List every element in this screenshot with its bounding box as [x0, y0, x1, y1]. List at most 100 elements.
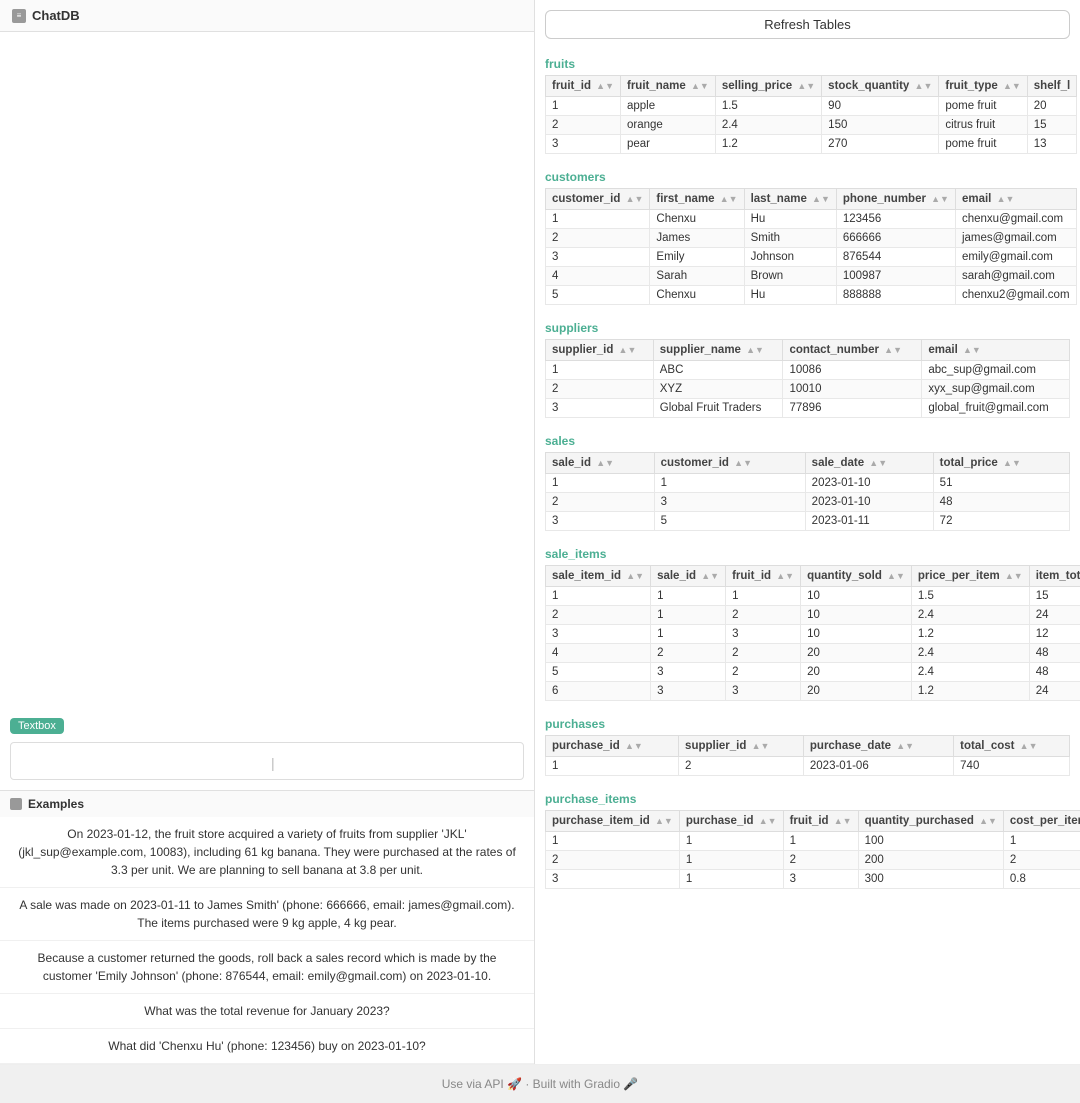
col-phone-number[interactable]: phone_number ▲▼ [836, 189, 955, 210]
col-si-fruit-id[interactable]: fruit_id ▲▼ [726, 566, 801, 587]
example-item-4[interactable]: What was the total revenue for January 2… [0, 994, 534, 1029]
table-cell: 150 [822, 116, 939, 135]
col-email[interactable]: email ▲▼ [955, 189, 1076, 210]
table-cell: sarah@gmail.com [955, 267, 1076, 286]
col-cost-per-item[interactable]: cost_per_item [1003, 811, 1080, 832]
col-stock-quantity[interactable]: stock_quantity ▲▼ [822, 76, 939, 97]
table-cell: 200 [858, 851, 1003, 870]
col-total-cost[interactable]: total_cost ▲▼ [954, 736, 1070, 757]
footer: Use via API 🚀 · Built with Gradio 🎤 [0, 1064, 1080, 1103]
table-row: 1apple1.590pome fruit20 [546, 97, 1077, 116]
col-pi-purchase-id[interactable]: purchase_id ▲▼ [679, 811, 783, 832]
textbox-input[interactable]: | [10, 742, 524, 780]
table-cell: 15 [1029, 587, 1080, 606]
col-purchase-id[interactable]: purchase_id ▲▼ [546, 736, 679, 757]
col-contact-number[interactable]: contact_number ▲▼ [783, 340, 922, 361]
col-fruit-type[interactable]: fruit_type ▲▼ [939, 76, 1027, 97]
examples-section: Examples On 2023-01-12, the fruit store … [0, 790, 534, 1064]
col-supplier-id[interactable]: supplier_id ▲▼ [546, 340, 654, 361]
table-cell: 2.4 [911, 606, 1029, 625]
table-cell: 48 [1029, 644, 1080, 663]
table-cell: 2 [546, 606, 651, 625]
table-cell: 888888 [836, 286, 955, 305]
col-purchase-date[interactable]: purchase_date ▲▼ [803, 736, 953, 757]
col-sale-customer-id[interactable]: customer_id ▲▼ [654, 453, 805, 474]
col-fruit-id[interactable]: fruit_id ▲▼ [546, 76, 621, 97]
sales-table-section: sales sale_id ▲▼ customer_id ▲▼ sale_dat… [545, 432, 1070, 533]
table-row: 3pear1.2270pome fruit13 [546, 135, 1077, 154]
table-row: 1111001 [546, 832, 1080, 851]
table-cell: 666666 [836, 229, 955, 248]
table-cell: 1 [679, 851, 783, 870]
col-price-per-item[interactable]: price_per_item ▲▼ [911, 566, 1029, 587]
table-cell: 3 [726, 682, 801, 701]
table-cell: 48 [933, 493, 1069, 512]
col-pi-fruit-id[interactable]: fruit_id ▲▼ [783, 811, 858, 832]
table-cell: 876544 [836, 248, 955, 267]
table-row: 112023-01-1051 [546, 474, 1070, 493]
table-row: 1ABC10086abc_sup@gmail.com [546, 361, 1070, 380]
example-item-1[interactable]: On 2023-01-12, the fruit store acquired … [0, 817, 534, 888]
col-pi-id[interactable]: purchase_item_id ▲▼ [546, 811, 680, 832]
table-cell: 123456 [836, 210, 955, 229]
table-cell: 2 [726, 606, 801, 625]
col-item-tot[interactable]: item_tot [1029, 566, 1080, 587]
refresh-tables-button[interactable]: Refresh Tables [545, 10, 1070, 39]
purchase-items-table-section: purchase_items purchase_item_id ▲▼ purch… [545, 790, 1070, 891]
fruits-table: fruit_id ▲▼ fruit_name ▲▼ selling_price … [545, 75, 1077, 154]
col-pur-supplier-id[interactable]: supplier_id ▲▼ [679, 736, 804, 757]
col-customer-id[interactable]: customer_id ▲▼ [546, 189, 650, 210]
table-cell: pome fruit [939, 97, 1027, 116]
table-row: 3133000.8 [546, 870, 1080, 889]
col-si-sale-id[interactable]: sale_id ▲▼ [651, 566, 726, 587]
table-cell: 2 [546, 851, 680, 870]
col-last-name[interactable]: last_name ▲▼ [744, 189, 836, 210]
col-sale-id[interactable]: sale_id ▲▼ [546, 453, 655, 474]
table-cell: Sarah [650, 267, 744, 286]
table-row: 3EmilyJohnson876544emily@gmail.com [546, 248, 1077, 267]
table-row: 2122002 [546, 851, 1080, 870]
table-cell: 100987 [836, 267, 955, 286]
table-cell: 1.5 [715, 97, 821, 116]
table-row: 122023-01-06740 [546, 757, 1070, 776]
panel-header: ≡ ChatDB [0, 0, 534, 32]
table-cell: 4 [546, 644, 651, 663]
table-cell: 10 [801, 606, 912, 625]
table-cell: Smith [744, 229, 836, 248]
table-cell: 2 [783, 851, 858, 870]
col-quantity-purchased[interactable]: quantity_purchased ▲▼ [858, 811, 1003, 832]
col-sup-email[interactable]: email ▲▼ [922, 340, 1070, 361]
sales-table-title: sales [545, 432, 1070, 450]
example-item-5[interactable]: What did 'Chenxu Hu' (phone: 123456) buy… [0, 1029, 534, 1064]
table-cell: 72 [933, 512, 1069, 531]
table-cell: 4 [546, 267, 650, 286]
col-total-price[interactable]: total_price ▲▼ [933, 453, 1069, 474]
col-sale-date[interactable]: sale_date ▲▼ [805, 453, 933, 474]
table-cell: 10 [801, 625, 912, 644]
table-cell: 20 [801, 644, 912, 663]
table-row: 422202.448 [546, 644, 1080, 663]
table-cell: 3 [546, 512, 655, 531]
table-row: 2XYZ10010xyx_sup@gmail.com [546, 380, 1070, 399]
textbox-label-wrapper: Textbox [0, 712, 534, 738]
col-shelf-l[interactable]: shelf_l [1027, 76, 1076, 97]
example-item-2[interactable]: A sale was made on 2023-01-11 to James S… [0, 888, 534, 941]
col-supplier-name[interactable]: supplier_name ▲▼ [653, 340, 783, 361]
example-item-3[interactable]: Because a customer returned the goods, r… [0, 941, 534, 994]
col-fruit-name[interactable]: fruit_name ▲▼ [621, 76, 716, 97]
col-sale-item-id[interactable]: sale_item_id ▲▼ [546, 566, 651, 587]
table-cell: James [650, 229, 744, 248]
col-first-name[interactable]: first_name ▲▼ [650, 189, 744, 210]
table-cell: 270 [822, 135, 939, 154]
table-cell: 3 [546, 135, 621, 154]
fruits-table-title: fruits [545, 55, 1070, 73]
table-cell: chenxu2@gmail.com [955, 286, 1076, 305]
table-cell: 3 [546, 248, 650, 267]
col-quantity-sold[interactable]: quantity_sold ▲▼ [801, 566, 912, 587]
table-row: 4SarahBrown100987sarah@gmail.com [546, 267, 1077, 286]
col-selling-price[interactable]: selling_price ▲▼ [715, 76, 821, 97]
table-cell: 2023-01-10 [805, 493, 933, 512]
table-cell: 77896 [783, 399, 922, 418]
table-cell: 1 [546, 97, 621, 116]
table-cell: 5 [654, 512, 805, 531]
